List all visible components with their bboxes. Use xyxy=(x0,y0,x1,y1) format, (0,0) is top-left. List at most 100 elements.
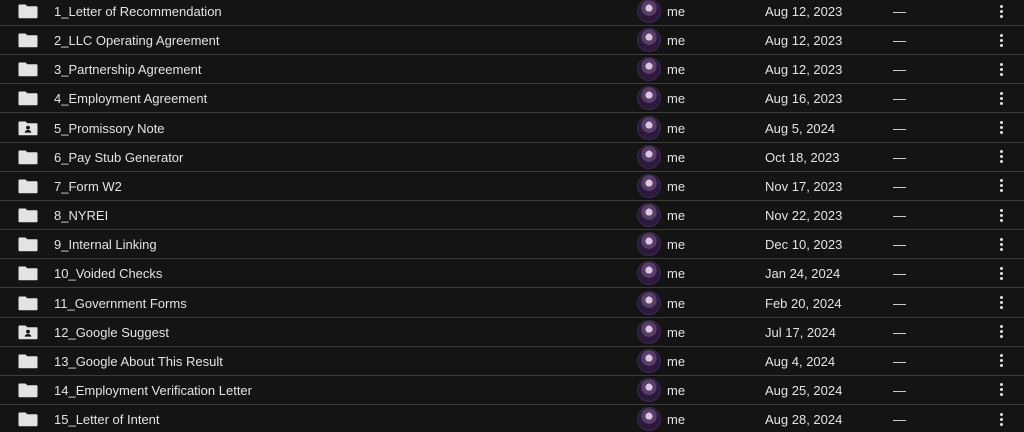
file-name[interactable]: 14_Employment Verification Letter xyxy=(54,376,252,405)
more-actions-icon[interactable] xyxy=(989,407,1013,431)
folder-icon xyxy=(18,382,38,398)
file-name[interactable]: 1_Letter of Recommendation xyxy=(54,0,222,26)
owner-name: me xyxy=(667,208,686,224)
last-modified-date: Dec 10, 2023 xyxy=(765,237,843,253)
owner-name: me xyxy=(667,178,686,194)
last-modified-date: Aug 25, 2024 xyxy=(765,382,843,398)
more-dot xyxy=(999,237,1003,241)
file-row[interactable]: 3_Partnership Agreement me Aug 12, 2023 — xyxy=(0,55,1024,85)
file-size: — xyxy=(893,208,906,224)
owner-avatar xyxy=(637,144,661,169)
owner-name: me xyxy=(667,33,686,49)
file-size: — xyxy=(893,353,906,369)
more-dot xyxy=(999,301,1003,304)
file-name[interactable]: 7_Form W2 xyxy=(54,172,122,201)
more-actions-icon[interactable] xyxy=(989,174,1013,198)
more-dot xyxy=(999,184,1003,188)
more-actions-icon[interactable] xyxy=(989,232,1013,256)
file-name[interactable]: 2_LLC Operating Agreement xyxy=(54,26,220,55)
more-actions-icon[interactable] xyxy=(989,86,1013,110)
more-actions-icon[interactable] xyxy=(989,57,1013,81)
owner-name: me xyxy=(667,412,686,428)
last-modified-date: Oct 18, 2023 xyxy=(765,149,840,165)
file-name[interactable]: 5_Promissory Note xyxy=(54,114,165,143)
more-actions-icon[interactable] xyxy=(989,116,1013,140)
file-size: — xyxy=(893,266,906,282)
file-name[interactable]: 3_Partnership Agreement xyxy=(54,55,201,84)
file-name[interactable]: 15_Letter of Intent xyxy=(54,405,160,432)
file-row[interactable]: 8_NYREI me Nov 22, 2023 — xyxy=(0,201,1024,231)
folder-icon xyxy=(18,32,38,48)
more-actions-icon[interactable] xyxy=(989,291,1013,315)
file-row[interactable]: 2_LLC Operating Agreement me Aug 12, 2023 — xyxy=(0,26,1024,56)
file-size: — xyxy=(893,237,906,253)
file-row[interactable]: 9_Internal Linking me Dec 10, 2023 — xyxy=(0,230,1024,260)
more-actions-icon[interactable] xyxy=(989,378,1013,402)
file-row[interactable]: 5_Promissory Note me Aug 5, 2024 — xyxy=(0,114,1024,143)
last-modified-date: Feb 20, 2024 xyxy=(765,295,842,311)
file-name[interactable]: 8_NYREI xyxy=(54,201,108,230)
file-row[interactable]: 10_Voided Checks me Jan 24, 2024 — xyxy=(0,259,1024,289)
more-dot xyxy=(999,393,1003,397)
file-name[interactable]: 13_Google About This Result xyxy=(54,347,223,376)
file-row[interactable]: 7_Form W2 me Nov 17, 2023 — xyxy=(0,172,1024,201)
folder-icon xyxy=(18,90,38,106)
more-actions-icon[interactable] xyxy=(989,145,1013,169)
more-dot xyxy=(999,62,1003,66)
more-dot xyxy=(999,364,1003,368)
file-name[interactable]: 11_Government Forms xyxy=(54,289,187,318)
last-modified-date: Aug 12, 2023 xyxy=(765,33,843,49)
more-actions-icon[interactable] xyxy=(989,28,1013,52)
owner-name: me xyxy=(667,295,686,311)
file-name[interactable]: 12_Google Suggest xyxy=(54,318,169,347)
more-actions-icon[interactable] xyxy=(989,203,1013,227)
more-dot xyxy=(999,72,1003,76)
owner-name: me xyxy=(667,353,686,369)
folder-icon xyxy=(18,61,38,77)
more-actions-icon[interactable] xyxy=(989,0,1013,23)
more-dot xyxy=(999,359,1003,363)
more-dot xyxy=(999,247,1003,251)
more-dot xyxy=(999,276,1003,280)
shared-folder-icon xyxy=(18,324,38,340)
more-dot xyxy=(999,101,1003,105)
more-dot xyxy=(999,121,1003,125)
file-name[interactable]: 6_Pay Stub Generator xyxy=(54,143,183,172)
file-row[interactable]: 12_Google Suggest me Jul 17, 2024 — xyxy=(0,318,1024,347)
file-row[interactable]: 15_Letter of Intent me Aug 28, 2024 — xyxy=(0,405,1024,432)
file-row[interactable]: 14_Employment Verification Letter me Aug 2… xyxy=(0,376,1024,405)
last-modified-date: Jan 24, 2024 xyxy=(765,266,841,282)
more-dot xyxy=(999,160,1003,164)
file-size: — xyxy=(893,4,906,19)
file-size: — xyxy=(893,149,906,165)
file-name[interactable]: 4_Employment Agreement xyxy=(54,84,207,113)
more-dot xyxy=(999,155,1003,159)
folder-icon xyxy=(18,149,38,165)
file-row[interactable]: 11_Government Forms me Feb 20, 2024 — xyxy=(0,289,1024,318)
file-row[interactable]: 6_Pay Stub Generator me Oct 18, 2023 — xyxy=(0,143,1024,172)
more-dot xyxy=(999,388,1003,392)
file-row[interactable]: 13_Google About This Result me Aug 4, 2024… xyxy=(0,347,1024,376)
more-actions-icon[interactable] xyxy=(989,349,1013,373)
last-modified-date: Aug 12, 2023 xyxy=(765,4,843,19)
file-size: — xyxy=(893,120,906,136)
last-modified-date: Aug 28, 2024 xyxy=(765,412,843,428)
owner-avatar xyxy=(637,348,661,373)
more-dot xyxy=(999,43,1003,47)
file-row[interactable]: 1_Letter of Recommendation me Aug 12, 2023… xyxy=(0,0,1024,26)
owner-avatar xyxy=(637,319,661,344)
folder-icon xyxy=(18,353,38,369)
more-dot xyxy=(999,412,1003,416)
more-dot xyxy=(999,4,1003,8)
more-dot xyxy=(999,189,1003,193)
more-actions-icon[interactable] xyxy=(989,320,1013,344)
last-modified-date: Nov 17, 2023 xyxy=(765,178,843,194)
file-row[interactable]: 4_Employment Agreement me Aug 16, 2023 — xyxy=(0,84,1024,114)
more-dot xyxy=(999,271,1003,275)
owner-avatar xyxy=(637,377,661,402)
file-name[interactable]: 9_Internal Linking xyxy=(54,230,157,259)
more-dot xyxy=(999,96,1003,100)
more-actions-icon[interactable] xyxy=(989,261,1013,285)
more-dot xyxy=(999,335,1003,339)
file-name[interactable]: 10_Voided Checks xyxy=(54,259,162,288)
